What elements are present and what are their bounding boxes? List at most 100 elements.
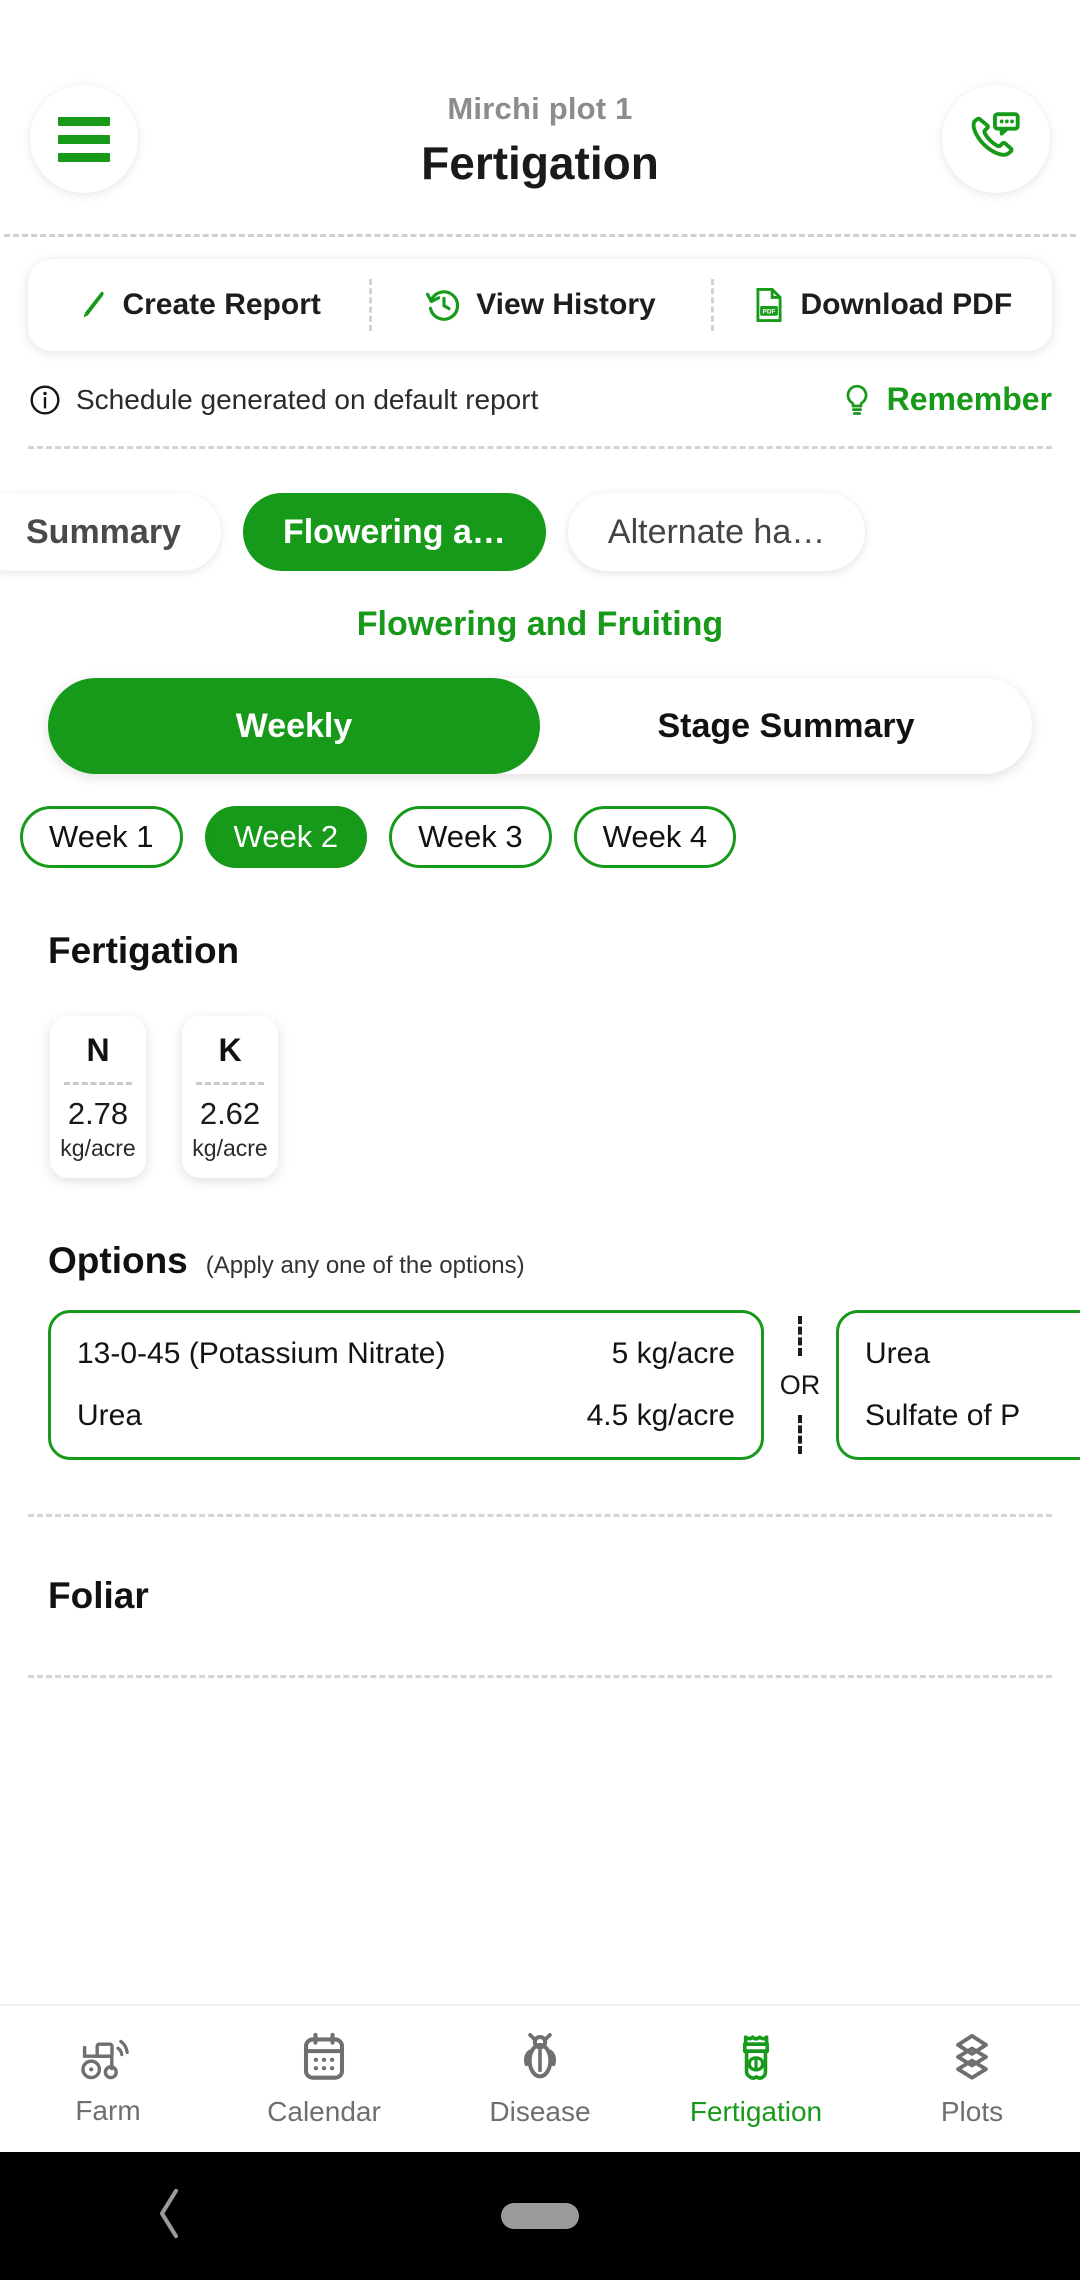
week-chip-2-label: Week 2 bbox=[233, 819, 339, 854]
lightbulb-icon bbox=[846, 384, 867, 415]
calendar-icon bbox=[303, 2032, 345, 2080]
support-call-button[interactable] bbox=[942, 85, 1050, 193]
view-toggle[interactable]: Weekly Stage Summary bbox=[48, 678, 1032, 774]
app-bar-titles: Mirchi plot 1 Fertigation bbox=[138, 90, 942, 190]
option-card-1[interactable]: 13-0-45 (Potassium Nitrate) 5 kg/acre Ur… bbox=[48, 1310, 764, 1461]
tab-summary[interactable]: Summary bbox=[0, 493, 221, 571]
options-or-separator: OR bbox=[764, 1310, 836, 1460]
nav-item-plots-label: Plots bbox=[940, 2096, 1004, 2127]
nutrient-value: 2.78 bbox=[67, 1096, 129, 1131]
option-line: Urea bbox=[865, 1337, 1080, 1371]
or-dashed-line-bottom bbox=[798, 1414, 802, 1455]
options-subtitle: (Apply any one of the options) bbox=[205, 1252, 525, 1280]
nutrient-card-row: N 2.78 kg/acre K 2.62 kg/acre bbox=[0, 972, 1080, 1179]
week-chip-2[interactable]: Week 2 bbox=[204, 806, 368, 868]
or-dashed-line-top bbox=[798, 1316, 802, 1356]
view-toggle-wrap: Weekly Stage Summary bbox=[0, 644, 1080, 774]
week-chip-3-label: Week 3 bbox=[418, 819, 523, 854]
pdf-file-icon: PDF bbox=[756, 288, 782, 322]
fertigation-section-title: Fertigation bbox=[48, 930, 240, 971]
stage-heading: Flowering and Fruiting bbox=[356, 605, 724, 643]
hamburger-menu-icon bbox=[58, 116, 110, 162]
bug-icon bbox=[524, 2033, 556, 2079]
menu-button[interactable] bbox=[30, 85, 138, 193]
toggle-stage-summary[interactable]: Stage Summary bbox=[540, 678, 1032, 774]
toggle-weekly-label: Weekly bbox=[235, 706, 353, 745]
layers-icon bbox=[956, 2033, 988, 2080]
week-chip-4[interactable]: Week 4 bbox=[573, 806, 737, 868]
foliar-section-title: Foliar bbox=[48, 1575, 149, 1617]
option-product-qty: 5 kg/acre bbox=[611, 1337, 735, 1371]
option-product-name: Urea bbox=[77, 1399, 143, 1433]
phone-chat-support-icon bbox=[971, 112, 1020, 157]
system-back-button[interactable] bbox=[152, 2187, 186, 2246]
schedule-note-text: Schedule generated on default report bbox=[76, 383, 539, 415]
back-chevron-icon bbox=[159, 2188, 179, 2239]
tab-alternate-harvest-label: Alternate ha… bbox=[607, 512, 826, 551]
nav-item-farm-label: Farm bbox=[75, 2095, 141, 2126]
status-bar-spacer bbox=[0, 0, 1080, 44]
nutrient-card-n: N 2.78 kg/acre bbox=[50, 1016, 146, 1179]
options-row[interactable]: 13-0-45 (Potassium Nitrate) 5 kg/acre Ur… bbox=[0, 1282, 1080, 1461]
option-product-name: Sulfate of P bbox=[865, 1399, 1021, 1433]
nav-item-calendar[interactable]: Calendar bbox=[216, 2006, 432, 2152]
system-home-pill-icon[interactable] bbox=[501, 2203, 579, 2229]
toggle-weekly[interactable]: Weekly bbox=[48, 678, 540, 774]
foliar-divider bbox=[28, 1675, 1052, 1679]
action-bar: Create Report View History PDF Download … bbox=[28, 259, 1052, 351]
crop-stage-tabs[interactable]: Summary Flowering a… Alternate ha… bbox=[0, 449, 1080, 571]
download-pdf-label: Download PDF bbox=[800, 288, 1013, 321]
app-bar: Mirchi plot 1 Fertigation bbox=[0, 44, 1080, 234]
plot-name: Mirchi plot 1 bbox=[447, 90, 633, 126]
tab-flowering-label: Flowering a… bbox=[282, 512, 506, 551]
view-history-label: View History bbox=[476, 288, 656, 321]
nav-item-calendar-label: Calendar bbox=[267, 2096, 381, 2127]
nutrient-divider bbox=[196, 1082, 264, 1085]
option-product-name: 13-0-45 (Potassium Nitrate) bbox=[77, 1337, 446, 1371]
info-circle-icon bbox=[30, 384, 60, 415]
option-product-qty: 4.5 kg/acre bbox=[586, 1399, 735, 1433]
nutrient-unit: kg/acre bbox=[60, 1135, 136, 1162]
options-heading: Options (Apply any one of the options) bbox=[0, 1240, 1080, 1282]
history-clock-icon bbox=[426, 290, 460, 321]
action-bar-wrap: Create Report View History PDF Download … bbox=[0, 237, 1080, 351]
nutrient-divider bbox=[64, 1082, 132, 1085]
nav-item-plots[interactable]: Plots bbox=[864, 2006, 1080, 2152]
tab-flowering[interactable]: Flowering a… bbox=[242, 493, 546, 571]
nutrient-unit: kg/acre bbox=[192, 1135, 268, 1162]
nutrient-symbol: N bbox=[86, 1032, 110, 1068]
tab-summary-label: Summary bbox=[26, 512, 181, 551]
create-report-button[interactable]: Create Report bbox=[28, 259, 369, 351]
create-report-label: Create Report bbox=[122, 288, 321, 321]
remember-button[interactable]: Remember bbox=[839, 381, 1052, 418]
week-chip-1-label: Week 1 bbox=[49, 819, 154, 854]
android-system-navigation bbox=[0, 2152, 1080, 2280]
options-divider bbox=[28, 1514, 1052, 1518]
view-history-button[interactable]: View History bbox=[369, 259, 710, 351]
schedule-note: Schedule generated on default report bbox=[28, 383, 839, 417]
option-card-2[interactable]: Urea Sulfate of P bbox=[836, 1310, 1080, 1461]
nutrient-symbol: K bbox=[218, 1032, 242, 1068]
nav-item-disease[interactable]: Disease bbox=[432, 2006, 648, 2152]
nav-item-fertigation-label: Fertigation bbox=[689, 2096, 823, 2127]
nav-item-disease-label: Disease bbox=[489, 2096, 591, 2127]
page-title: Fertigation bbox=[421, 137, 659, 190]
toggle-stage-summary-label: Stage Summary bbox=[657, 706, 915, 745]
option-line: 13-0-45 (Potassium Nitrate) 5 kg/acre bbox=[77, 1337, 735, 1371]
nav-item-fertigation[interactable]: Fertigation bbox=[648, 2006, 864, 2152]
week-chip-3[interactable]: Week 3 bbox=[389, 806, 552, 868]
fertilizer-bag-icon bbox=[742, 2035, 770, 2080]
remember-label: Remember bbox=[886, 381, 1052, 417]
bottom-navigation: Farm Calendar Disease Fertigation Plots bbox=[0, 2004, 1080, 2152]
week-chip-row[interactable]: Week 1 Week 2 Week 3 Week 4 bbox=[0, 774, 1080, 868]
content-scroll-area[interactable]: Summary Flowering a… Alternate ha… Flowe… bbox=[0, 449, 1080, 2004]
option-line: Urea 4.5 kg/acre bbox=[77, 1399, 735, 1433]
tab-alternate-harvest[interactable]: Alternate ha… bbox=[567, 493, 866, 571]
download-pdf-button[interactable]: PDF Download PDF bbox=[710, 259, 1052, 351]
or-label: OR bbox=[779, 1369, 821, 1400]
nav-item-farm[interactable]: Farm bbox=[0, 2006, 216, 2152]
nutrient-value: 2.62 bbox=[199, 1096, 261, 1131]
app-screen: Mirchi plot 1 Fertigation Create Report bbox=[0, 0, 1080, 2280]
option-line: Sulfate of P bbox=[865, 1399, 1080, 1433]
week-chip-1[interactable]: Week 1 bbox=[20, 806, 183, 868]
